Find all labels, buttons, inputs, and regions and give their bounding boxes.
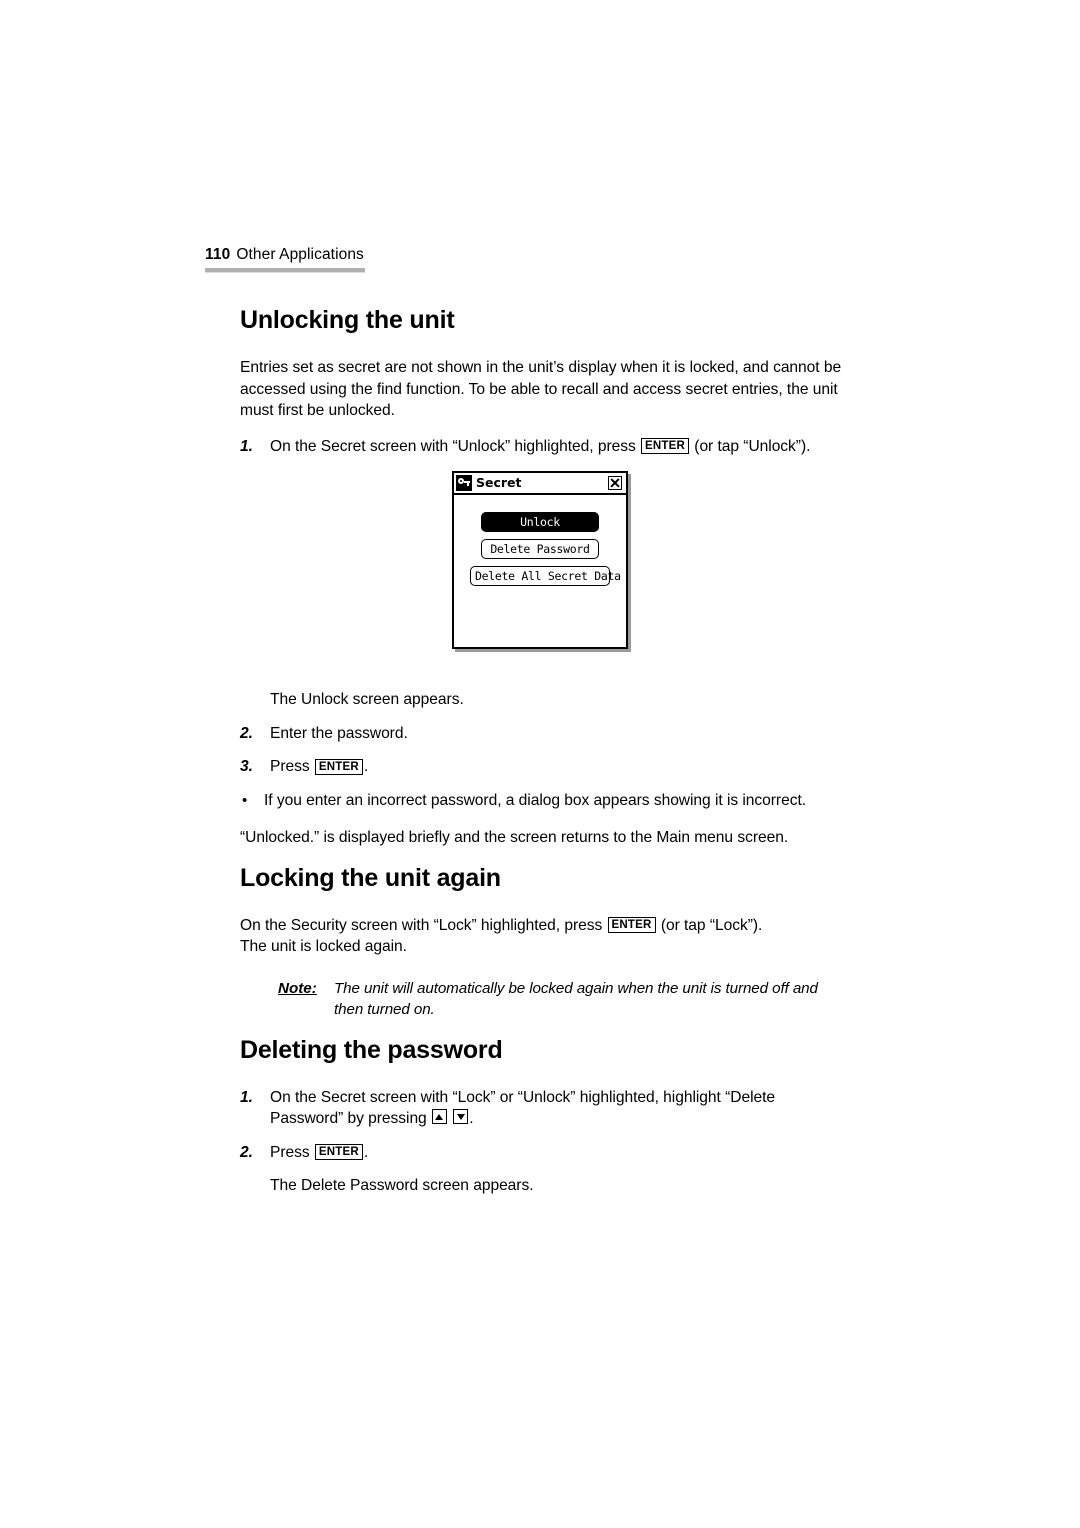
step-number: 2. — [240, 1143, 253, 1161]
step-text-part-b: (or tap “Unlock”). — [694, 437, 811, 455]
text-delete-password-screen-appears: The Delete Password screen appears. — [270, 1177, 534, 1194]
paragraph-unlocked-message: “Unlocked.” is displayed briefly and the… — [240, 829, 789, 846]
step-text: On the Secret screen with “Unlock” highl… — [270, 436, 845, 458]
bullet-text: If you enter an incorrect password, a di… — [264, 791, 807, 809]
device-title-bar: Secret — [454, 473, 626, 495]
chapter-title: Other Applications — [236, 246, 364, 263]
step-text-part-a: Press — [270, 758, 310, 775]
content-column: Unlocking the unit Entries set as secret… — [240, 305, 845, 1209]
step-unlocking-3: 3. Press ENTER. — [240, 756, 845, 778]
locking-text-part-a: On the Security screen with “Lock” highl… — [240, 916, 603, 934]
device-button-unlock[interactable]: Unlock — [481, 512, 599, 532]
step-number: 3. — [240, 758, 253, 775]
heading-locking-the-unit-again: Locking the unit again — [240, 863, 501, 892]
step-text: Enter the password. — [270, 724, 408, 742]
device-button-list: Unlock Delete Password Delete All Secret… — [454, 495, 626, 593]
device-screen: Secret Unlock Delete Password Delete All… — [452, 471, 628, 649]
device-button-delete-all-secret-data[interactable]: Delete All Secret Data — [470, 566, 621, 586]
enter-key-icon: ENTER — [314, 758, 363, 775]
device-title-label: Secret — [476, 475, 522, 490]
step-text: On the Secret screen with “Lock” or “Unl… — [270, 1087, 845, 1130]
running-head-line: 110 Other Applications — [205, 245, 845, 264]
paragraph-locking: On the Security screen with “Lock” highl… — [240, 915, 845, 958]
note-block: Note: The unit will automatically be loc… — [240, 978, 845, 1021]
step-number: 1. — [240, 437, 253, 455]
step-unlocking-1: 1. On the Secret screen with “Unlock” hi… — [240, 436, 845, 458]
step-text-part-b: . — [469, 1110, 474, 1127]
locking-text-part-b: (or tap “Lock”). — [660, 916, 763, 934]
step-text: Press ENTER. — [270, 1142, 845, 1164]
step-text: Press ENTER. — [270, 756, 845, 778]
step-unlocking-2: 2. Enter the password. — [240, 723, 845, 745]
text-unlock-screen-appears: The Unlock screen appears. — [270, 691, 464, 708]
step-number: 1. — [240, 1088, 253, 1106]
paragraph-unlocking-intro: Entries set as secret are not shown in t… — [240, 359, 842, 419]
heading-deleting-the-password: Deleting the password — [240, 1035, 503, 1064]
key-icon — [456, 475, 472, 491]
step-text-part-a: On the Secret screen with “Unlock” highl… — [270, 437, 636, 455]
step-text-part-a: Press — [270, 1143, 310, 1161]
figure-secret-screen: Secret Unlock Delete Password Delete All… — [452, 471, 628, 649]
document-page: 110 Other Applications Unlocking the unit… — [0, 0, 1080, 1528]
page-number: 110 — [205, 246, 231, 263]
step-text-part-b: . — [363, 1143, 369, 1161]
enter-key-icon: ENTER — [641, 438, 689, 454]
device-button-delete-password[interactable]: Delete Password — [481, 539, 599, 559]
header-rule — [205, 268, 365, 273]
locking-text-part-c: The unit is locked again. — [240, 938, 407, 955]
enter-key-icon: ENTER — [607, 917, 656, 933]
bullet-marker: • — [242, 791, 248, 809]
close-icon[interactable] — [608, 476, 622, 490]
note-label: Note: — [278, 979, 317, 997]
up-arrow-key-icon — [431, 1109, 447, 1124]
running-head: 110 Other Applications — [205, 245, 845, 273]
step-text-part-a: On the Secret screen with “Lock” or “Unl… — [270, 1088, 776, 1128]
step-number: 2. — [240, 724, 253, 742]
enter-key-icon: ENTER — [314, 1144, 363, 1160]
note-body: The unit will automatically be locked ag… — [334, 979, 818, 1019]
down-arrow-key-icon — [453, 1109, 469, 1124]
step-deleting-2: 2. Press ENTER. — [240, 1142, 845, 1164]
bullet-incorrect-password: • If you enter an incorrect password, a … — [240, 790, 845, 812]
step-text-part-b: . — [363, 758, 369, 775]
heading-unlocking-the-unit: Unlocking the unit — [240, 306, 455, 334]
step-deleting-1: 1. On the Secret screen with “Lock” or “… — [240, 1087, 845, 1130]
